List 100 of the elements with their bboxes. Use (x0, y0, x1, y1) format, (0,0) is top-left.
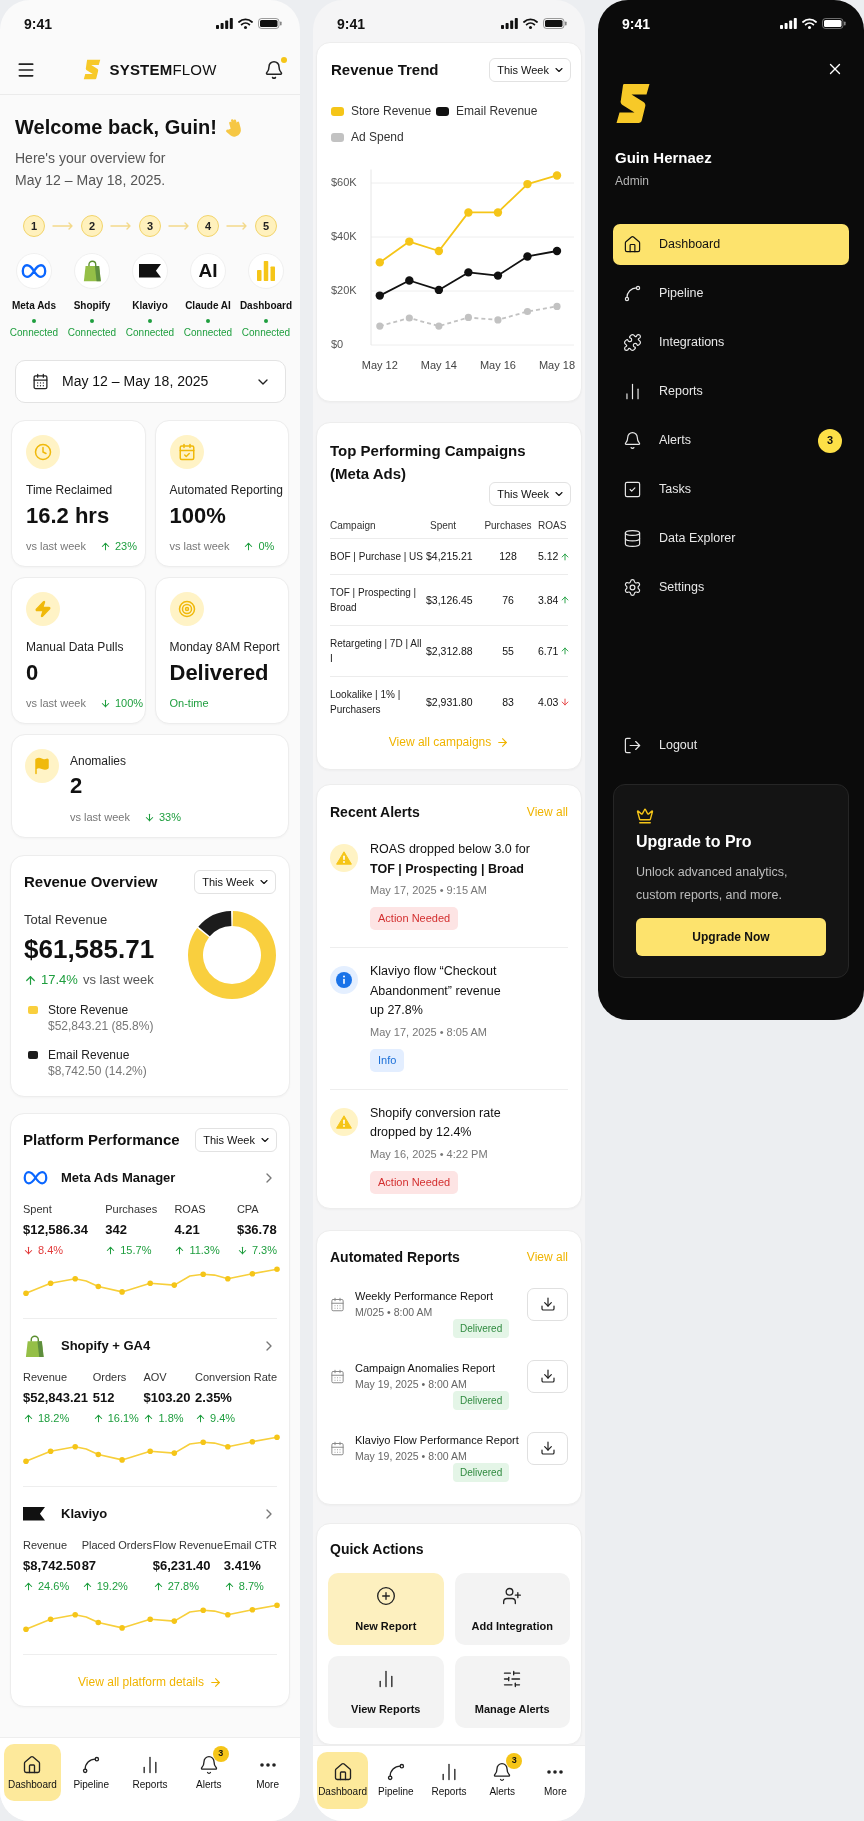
nav-tab[interactable]: Pipeline (62, 1744, 120, 1801)
change-value: 24.6% (38, 1579, 70, 1593)
menu-item[interactable]: Settings (613, 567, 849, 608)
stat-value: 100% (169, 503, 226, 529)
alert-tag: Action Needed (370, 907, 459, 930)
stat-label: Monday 8AM Report (169, 639, 280, 655)
integration-name: Dashboard (239, 299, 293, 313)
change-value: 18.2% (38, 1411, 70, 1425)
metric-label: Orders (92, 1370, 127, 1384)
infinity-logo-icon (16, 253, 52, 289)
nav-tab[interactable]: 3 Alerts (476, 1751, 528, 1809)
add-icon (375, 1585, 396, 1606)
quick-action-button[interactable]: Add Integration (454, 1572, 570, 1645)
download-button[interactable] (527, 1287, 568, 1321)
metric-value: 342 (105, 1221, 127, 1239)
metric-value: $103.20 (143, 1389, 191, 1407)
legend-value: $8,742.50 (14.2%) (48, 1063, 147, 1079)
card-title: Automated Reports (330, 1247, 460, 1267)
nav-tab[interactable]: Pipeline (370, 1751, 422, 1809)
menu-item[interactable]: Pipeline (613, 273, 849, 314)
nav-tab[interactable]: Reports (121, 1744, 179, 1801)
clock-icon (26, 435, 60, 469)
platform-name: Meta Ads Manager (61, 1169, 176, 1187)
arrow-icon (52, 222, 74, 230)
menu-item[interactable]: Alerts 3 (613, 420, 849, 461)
notification-bell-icon[interactable] (264, 59, 284, 80)
change-value: 8.4% (38, 1243, 64, 1257)
platform-name: Klaviyo (61, 1505, 108, 1523)
quick-action-button[interactable]: Manage Alerts (454, 1655, 570, 1728)
legend-value: $52,843.21 (85.8%) (48, 1018, 154, 1034)
period-dropdown[interactable]: This Week (195, 1128, 277, 1152)
flag-logo-icon (23, 1507, 45, 1521)
menu-item[interactable]: Dashboard (613, 224, 849, 265)
nav-tab[interactable]: Dashboard (317, 1751, 369, 1809)
metric-value: 2.35% (195, 1389, 232, 1407)
arrow-icon (226, 222, 248, 230)
menu-item[interactable]: Data Explorer (613, 518, 849, 559)
period-dropdown[interactable]: This Week (489, 482, 571, 506)
column-header: ROAS (537, 518, 568, 533)
shopping-bag-icon (25, 1334, 45, 1358)
nav-tab[interactable]: More (529, 1751, 581, 1809)
status-note: On-time (169, 696, 209, 710)
download-icon (539, 1440, 556, 1456)
step-number: 5 (255, 215, 277, 237)
more-icon (547, 1770, 564, 1774)
alert-message: ROAS dropped below 3.0 for TOF | Prospecting | Broad (370, 841, 530, 878)
alert-tag: Info (370, 1048, 405, 1072)
integration-name: Claude AI (185, 299, 231, 313)
axis-label: $40K (331, 229, 357, 242)
period-dropdown[interactable]: This Week (194, 870, 276, 894)
metric-value: 87 (81, 1557, 97, 1575)
comparison-text: vs last week (70, 810, 130, 824)
change-value: 23% (114, 539, 137, 553)
metric-value: $36.78 (236, 1221, 277, 1239)
quick-action-button[interactable]: New Report (328, 1572, 444, 1645)
nav-tab[interactable]: 3 Alerts (180, 1744, 238, 1801)
more-icon (259, 1762, 276, 1767)
download-button[interactable] (527, 1431, 568, 1465)
signal-icon (501, 18, 518, 29)
curve-nodes-icon (81, 1754, 102, 1775)
arrow-right-icon (208, 1675, 222, 1689)
menu-item[interactable]: Integrations (613, 322, 849, 363)
status-tag: Delivered (453, 1318, 510, 1338)
download-button[interactable] (527, 1359, 568, 1393)
table-cell-text: $3,126.45 (426, 592, 474, 608)
column-header: Spent (429, 518, 458, 533)
alert-message: Klaviyo flow “Checkout Abandonment” revenue up 27.8% (370, 963, 501, 1019)
nav-tab[interactable]: Dashboard (4, 1744, 61, 1801)
calendar-icon (32, 373, 49, 390)
axis-label: May 14 (420, 358, 457, 371)
metric-value: 512 (92, 1389, 115, 1407)
logout-icon (623, 736, 642, 755)
quick-action-button[interactable]: View Reports (328, 1655, 444, 1728)
battery-icon (822, 18, 846, 29)
menu-item[interactable]: Reports (613, 371, 849, 412)
logo-icon (615, 82, 651, 125)
comparison-text: vs last week (26, 539, 86, 553)
calendar-check-icon (169, 435, 204, 469)
upgrade-button[interactable]: Upgrade Now (636, 918, 826, 956)
integration-name: Shopify (73, 299, 111, 313)
lightning-icon (26, 592, 60, 626)
nav-tab[interactable]: Reports (423, 1751, 475, 1809)
signal-icon (780, 18, 797, 29)
period-dropdown[interactable]: This Week (489, 58, 571, 82)
bell-icon (492, 1762, 513, 1782)
metric-label: Revenue (23, 1370, 68, 1384)
wifi-icon (238, 18, 253, 29)
metric-value: 3.41% (223, 1557, 261, 1575)
comparison-text: vs last week (82, 971, 154, 989)
step-number: 4 (197, 215, 219, 237)
bar-chart-logo-icon (248, 253, 284, 289)
logout-button[interactable]: Logout (613, 725, 849, 766)
home-icon (623, 235, 642, 254)
menu-item[interactable]: Tasks (613, 469, 849, 510)
status-tag: Delivered (453, 1462, 510, 1482)
change-value: 16.1% (107, 1411, 139, 1425)
notification-badge: 3 (212, 1745, 229, 1762)
date-range-picker[interactable]: May 12 – May 18, 2025 (15, 360, 286, 403)
nav-tab[interactable]: More (239, 1744, 296, 1801)
status-tag: Delivered (453, 1390, 510, 1410)
